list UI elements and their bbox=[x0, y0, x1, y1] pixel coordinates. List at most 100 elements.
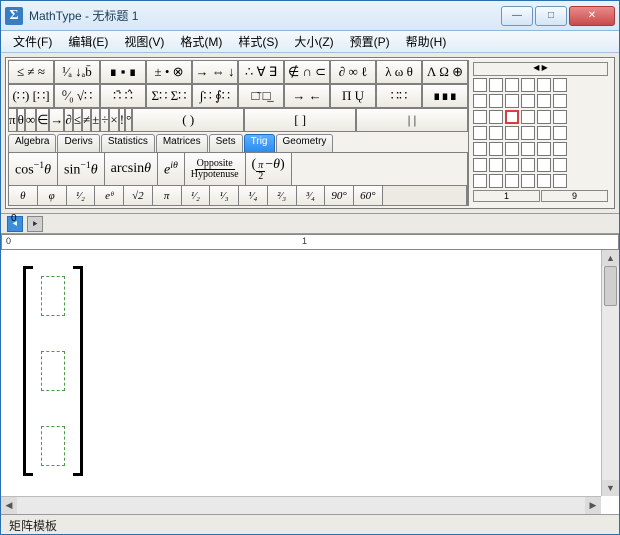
scroll-right-icon[interactable]: ▶ bbox=[585, 497, 601, 514]
tpl-integrals[interactable]: ∫∷ ∮∷ bbox=[192, 84, 238, 108]
sym-operators[interactable]: ± • ⊗ bbox=[146, 60, 192, 84]
scroll-up-icon[interactable]: ▲ bbox=[602, 250, 619, 266]
sm-90[interactable]: 90° bbox=[325, 186, 354, 205]
trig-small-bar: θ φ ¹⁄₂ eᶿ √2 π ¹⁄₂ ¹⁄₃ ¹⁄₄ ²⁄₃ ³⁄₄ 90° … bbox=[8, 186, 468, 206]
symbol-toolbar-area: ≤ ≠ ≈ ¹⁄ₐ ↓ₐb̄ ∎ ▪ ∎ ± • ⊗ → ⇔ ↓ ∴ ∀ ∃ ∉… bbox=[1, 53, 619, 214]
sym-greek-upper[interactable]: Λ Ω ⊕ bbox=[422, 60, 468, 84]
tab-derivs[interactable]: Derivs bbox=[57, 134, 99, 152]
sym-times[interactable]: × bbox=[109, 108, 118, 132]
menu-view[interactable]: 视图(V) bbox=[116, 31, 172, 52]
trig-arcsin[interactable]: arcsinθ bbox=[105, 153, 158, 185]
scroll-thumb-v[interactable] bbox=[604, 266, 617, 306]
title-bar: Σ MathType - 无标题 1 — □ ✕ bbox=[1, 1, 619, 31]
menu-edit[interactable]: 编辑(E) bbox=[60, 31, 116, 52]
sm-pi[interactable]: π bbox=[153, 186, 182, 205]
sm-60[interactable]: 60° bbox=[354, 186, 383, 205]
menu-size[interactable]: 大小(Z) bbox=[286, 31, 341, 52]
sym-partial[interactable]: ∂ bbox=[64, 108, 72, 132]
sm-f5[interactable]: ³⁄₄ bbox=[297, 186, 326, 205]
sym-misc[interactable]: ∂ ∞ ℓ bbox=[330, 60, 376, 84]
sm-phi[interactable]: φ bbox=[38, 186, 67, 205]
page-indicator[interactable]: ◀ ▶ bbox=[473, 62, 608, 76]
tpl-underover[interactable]: □̄ □̲ bbox=[238, 84, 284, 108]
matrix-slot-2[interactable] bbox=[41, 351, 65, 391]
tpl-matrices[interactable]: ∷∷ bbox=[376, 84, 422, 108]
sym-bracket[interactable]: [ ] bbox=[244, 108, 356, 132]
sm-f2[interactable]: ¹⁄₃ bbox=[210, 186, 239, 205]
tab-matrices[interactable]: Matrices bbox=[156, 134, 208, 152]
tpl-boxes[interactable]: ∎∎∎ bbox=[422, 84, 468, 108]
sym-greek-lower[interactable]: λ ω θ bbox=[376, 60, 422, 84]
sym-deg[interactable]: ° bbox=[125, 108, 132, 132]
sym-set[interactable]: ∉ ∩ ⊂ bbox=[284, 60, 330, 84]
tab-sets[interactable]: Sets bbox=[209, 134, 243, 152]
status-bar: 矩阵模板 bbox=[1, 514, 619, 534]
ruler-tick-0: 0 bbox=[6, 236, 11, 246]
close-button[interactable]: ✕ bbox=[569, 6, 615, 26]
horizontal-scrollbar[interactable]: ◀ ▶ bbox=[1, 496, 601, 514]
matrix-slot-3[interactable] bbox=[41, 426, 65, 466]
trig-acos[interactable]: cos−1θ bbox=[9, 153, 58, 185]
menu-file[interactable]: 文件(F) bbox=[5, 31, 60, 52]
tpl-labeled-arrows[interactable]: → ← bbox=[284, 84, 330, 108]
sym-arrows[interactable]: → ⇔ ↓ bbox=[192, 60, 238, 84]
trig-exp[interactable]: eiθ bbox=[158, 153, 185, 185]
matrix-template-grid[interactable] bbox=[473, 78, 608, 188]
menu-format[interactable]: 格式(M) bbox=[172, 31, 230, 52]
matrix-slot-1[interactable] bbox=[41, 276, 65, 316]
sm-f3[interactable]: ¹⁄₄ bbox=[239, 186, 268, 205]
tpl-products[interactable]: Π Ų bbox=[330, 84, 376, 108]
matrix-grid-panel: ◀ ▶ 1 9 bbox=[468, 60, 612, 206]
symbol-row-1: ≤ ≠ ≈ ¹⁄ₐ ↓ₐb̄ ∎ ▪ ∎ ± • ⊗ → ⇔ ↓ ∴ ∀ ∃ ∉… bbox=[8, 60, 468, 84]
tab-statistics[interactable]: Statistics bbox=[101, 134, 155, 152]
sym-infty[interactable]: ∞ bbox=[25, 108, 36, 132]
status-text: 矩阵模板 bbox=[9, 519, 57, 533]
sym-ne[interactable]: ≠ bbox=[82, 108, 91, 132]
sm-spacer bbox=[383, 186, 467, 205]
sym-abs[interactable]: | | bbox=[356, 108, 468, 132]
sm-etheta[interactable]: eᶿ bbox=[95, 186, 124, 205]
menu-style[interactable]: 样式(S) bbox=[230, 31, 286, 52]
menu-help[interactable]: 帮助(H) bbox=[398, 31, 455, 52]
sym-logic[interactable]: ∴ ∀ ∃ bbox=[238, 60, 284, 84]
sym-in[interactable]: ∈ bbox=[36, 108, 49, 132]
sm-half[interactable]: ¹⁄₂ bbox=[67, 186, 96, 205]
sm-theta[interactable]: θ bbox=[9, 186, 38, 205]
trig-asin[interactable]: sin−1θ bbox=[58, 153, 105, 185]
page-1[interactable]: 1 bbox=[473, 190, 540, 202]
editor-area: ▲ ▼ ◀ ▶ bbox=[1, 250, 619, 514]
sym-theta[interactable]: θ bbox=[17, 108, 25, 132]
page-9[interactable]: 9 bbox=[541, 190, 608, 202]
scroll-left-icon[interactable]: ◀ bbox=[1, 497, 17, 514]
sym-div[interactable]: ÷ bbox=[100, 108, 109, 132]
trig-opp-hyp[interactable]: OppositeHypotenuse bbox=[185, 153, 246, 185]
tab-geometry[interactable]: Geometry bbox=[276, 134, 334, 152]
sym-le[interactable]: ≤ bbox=[73, 108, 82, 132]
sym-pm[interactable]: ± bbox=[91, 108, 100, 132]
sym-arrow[interactable]: → bbox=[49, 108, 64, 132]
maximize-button[interactable]: □ bbox=[535, 6, 567, 26]
trig-toolbar: cos−1θ sin−1θ arcsinθ eiθ OppositeHypote… bbox=[8, 152, 468, 186]
sym-pi[interactable]: π bbox=[8, 108, 17, 132]
tab-align-center-icon[interactable]: ⯈ bbox=[27, 216, 43, 232]
tpl-fences[interactable]: (∷) [∷] bbox=[8, 84, 54, 108]
menu-preferences[interactable]: 预置(P) bbox=[342, 31, 398, 52]
scroll-down-icon[interactable]: ▼ bbox=[602, 480, 619, 496]
ruler[interactable]: 0 1 bbox=[1, 234, 619, 250]
tpl-overbar[interactable]: ∷̄ ∷̂ bbox=[100, 84, 146, 108]
sm-f4[interactable]: ²⁄₃ bbox=[268, 186, 297, 205]
trig-pi-half[interactable]: (π2−θ) bbox=[246, 153, 292, 185]
sm-sqrt2[interactable]: √2 bbox=[124, 186, 153, 205]
sym-relations[interactable]: ≤ ≠ ≈ bbox=[8, 60, 54, 84]
minimize-button[interactable]: — bbox=[501, 6, 533, 26]
vertical-scrollbar[interactable]: ▲ ▼ bbox=[601, 250, 619, 496]
tab-algebra[interactable]: Algebra bbox=[8, 134, 56, 152]
sym-paren[interactable]: ( ) bbox=[132, 108, 244, 132]
sm-f1[interactable]: ¹⁄₂ bbox=[182, 186, 211, 205]
tab-trig[interactable]: Trig bbox=[244, 134, 275, 152]
tpl-fractions[interactable]: ⁰⁄₀ √∷ bbox=[54, 84, 100, 108]
sym-spaces[interactable]: ¹⁄ₐ ↓ₐb̄ bbox=[54, 60, 100, 84]
equation-canvas[interactable] bbox=[7, 256, 599, 494]
tpl-sums[interactable]: Σ∷ Σ∷ bbox=[146, 84, 192, 108]
sym-embellish[interactable]: ∎ ▪ ∎ bbox=[100, 60, 146, 84]
